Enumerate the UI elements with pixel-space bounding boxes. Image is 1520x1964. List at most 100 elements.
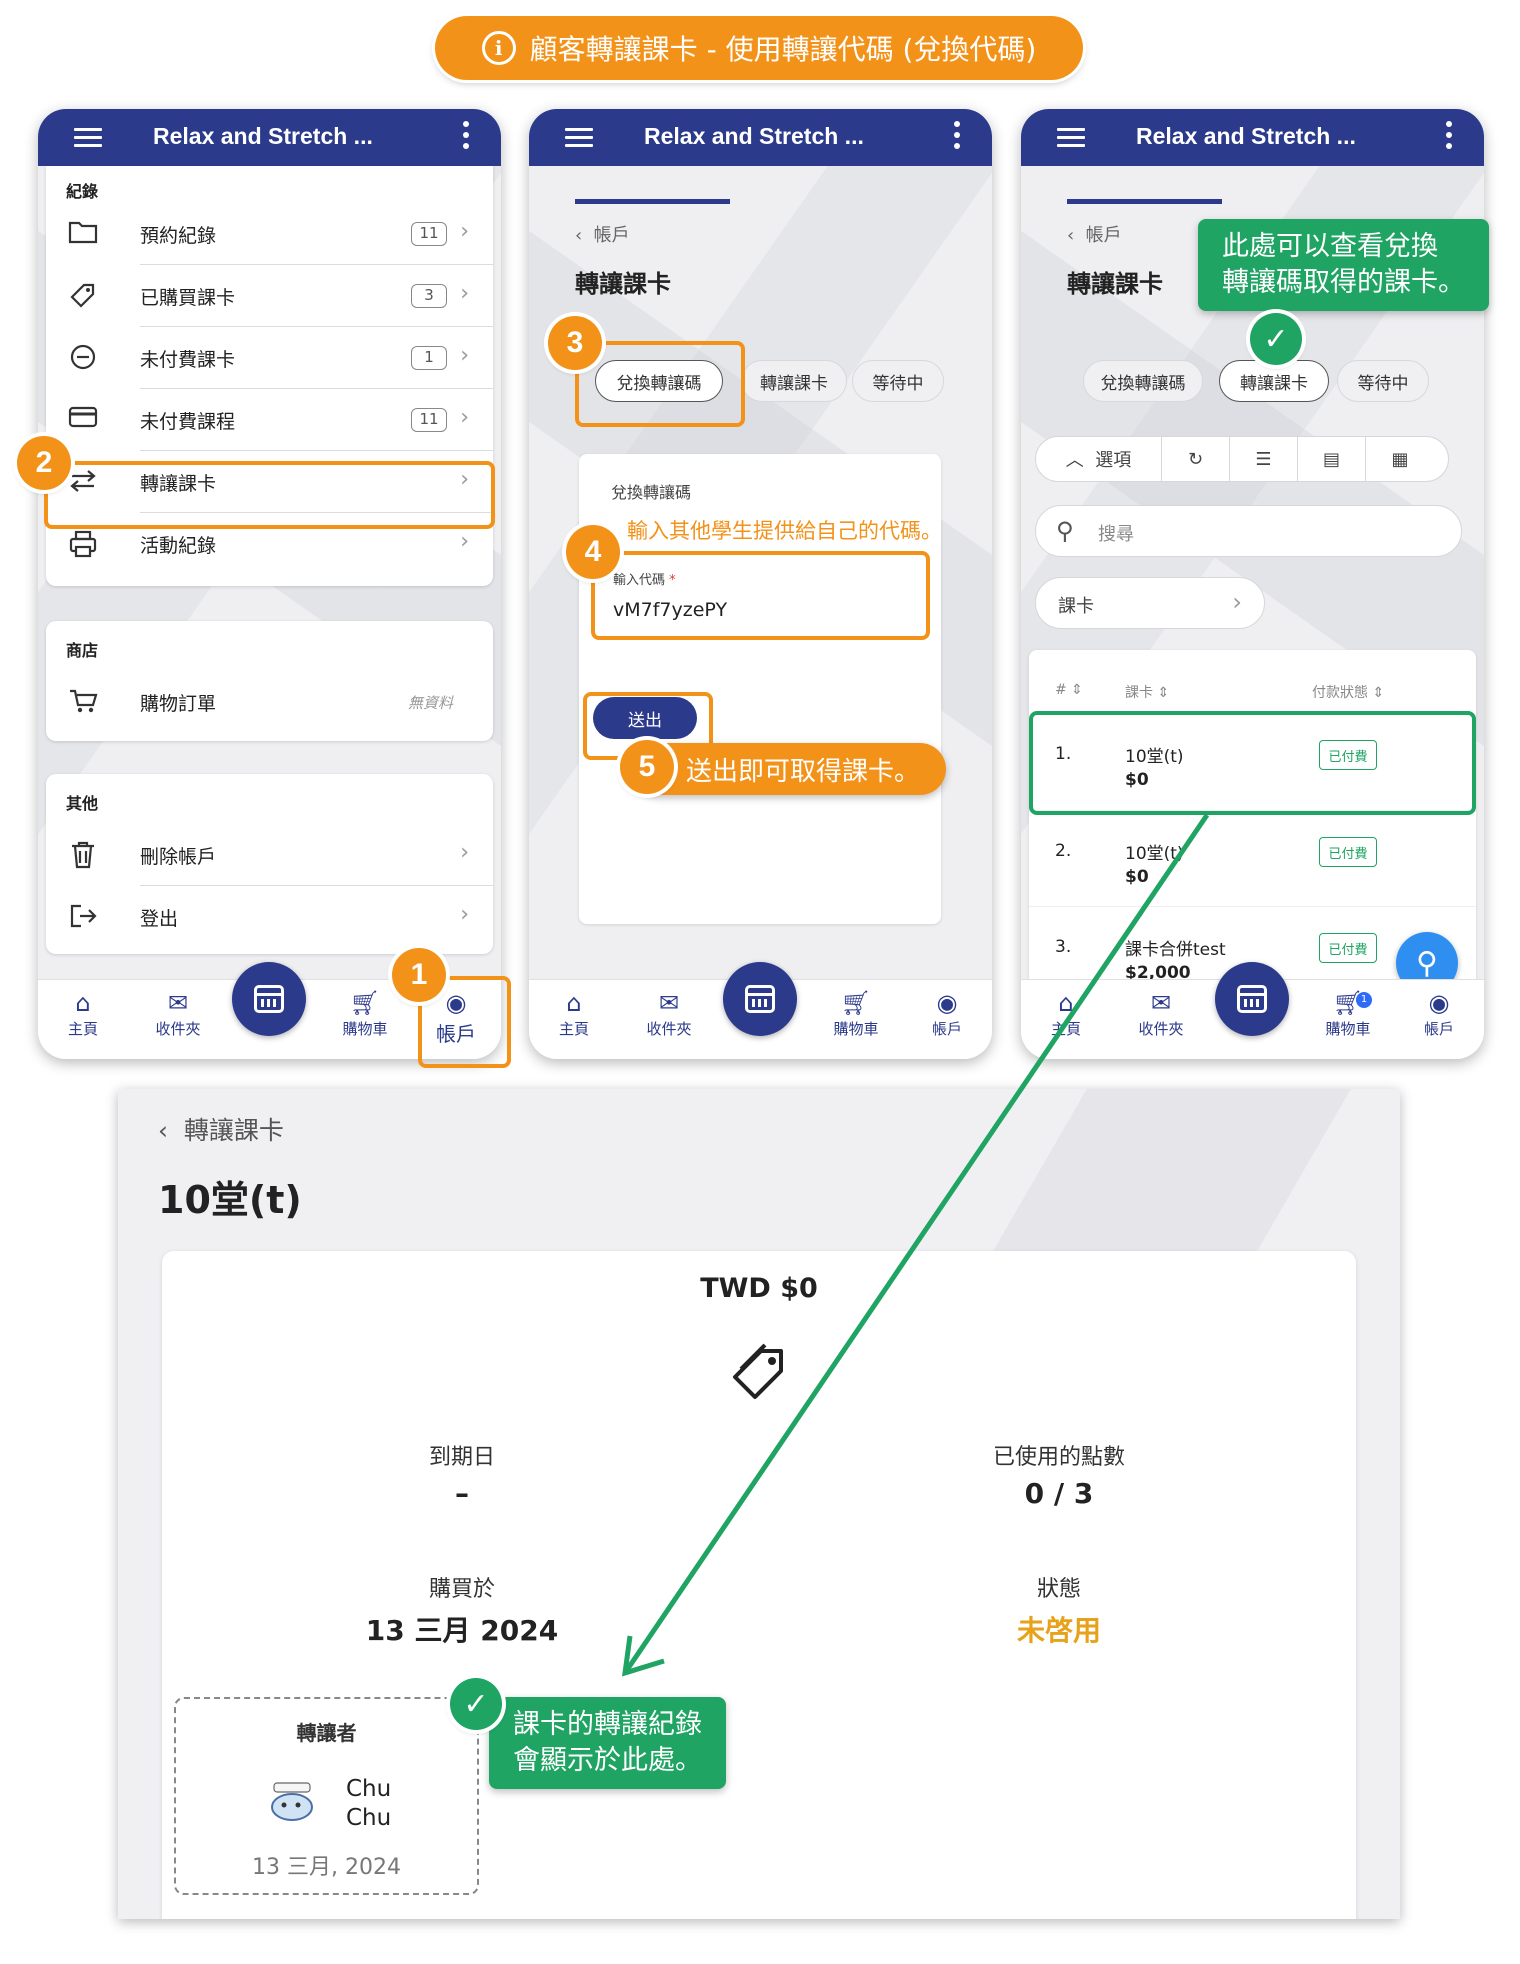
shop-card: 商店 購物訂單 無資料 <box>46 621 493 741</box>
callout-line: 課卡的轉讓紀錄 <box>513 1709 702 1740</box>
card-price: TWD $0 <box>700 1273 818 1304</box>
count-badge: 3 <box>411 284 447 308</box>
home-icon: ⌂ <box>1058 989 1074 1017</box>
nav-inbox[interactable]: ✉ 收件夾 <box>143 988 213 1039</box>
nav-label: 帳戶 <box>1423 1020 1454 1038</box>
column-header[interactable]: 付款狀態 ⇕ <box>1312 682 1384 702</box>
more-vert-icon[interactable] <box>1446 121 1452 154</box>
tab-transfer-cards[interactable]: 轉讓課卡 <box>1219 360 1329 402</box>
calendar-fab-button[interactable] <box>1215 962 1289 1036</box>
cart-icon: 🛒︎ <box>1332 989 1364 1017</box>
sidebar-item-purchased-cards[interactable]: 已購買課卡 3 › <box>46 265 493 327</box>
nav-label: 主頁 <box>1050 1020 1081 1038</box>
sidebar-item-shop-orders[interactable]: 購物訂單 無資料 <box>46 671 493 733</box>
nav-inbox[interactable]: ✉ 收件夾 <box>634 988 704 1039</box>
row-label: 預約紀錄 <box>140 225 217 247</box>
row-label: 購物訂單 <box>140 693 217 715</box>
calendar-fab-button[interactable] <box>723 962 797 1036</box>
calendar-icon <box>254 985 284 1013</box>
back-link[interactable]: ‹ 轉讓課卡 <box>158 1111 284 1147</box>
tab-transfer-cards[interactable]: 轉讓課卡 <box>741 360 847 402</box>
calendar-fab-button[interactable] <box>232 962 306 1036</box>
transferer-name: Chu Chu <box>346 1775 391 1833</box>
csv-export-icon[interactable]: ▤ <box>1298 437 1366 481</box>
step-badge-3: 3 <box>548 316 602 370</box>
nav-home[interactable]: ⌂ 主頁 <box>1031 988 1101 1039</box>
nav-label: 收件夾 <box>646 1020 692 1038</box>
transfer-record-box: 轉讓者 Chu Chu 13 三月, 2024 <box>174 1697 479 1895</box>
row-index: 3. <box>1055 937 1072 957</box>
nav-cart[interactable]: 🛒︎ 購物車 <box>821 988 891 1039</box>
chevron-right-icon: › <box>460 902 469 927</box>
app-bar: Relax and Stretch ... <box>38 109 501 166</box>
nav-home[interactable]: ⌂ 主頁 <box>48 988 118 1039</box>
tab-pending[interactable]: 等待中 <box>1337 360 1429 402</box>
bottom-nav: ⌂ 主頁 ✉ 收件夾 🛒︎ 購物車 1 ◉ 帳戶 <box>1021 962 1484 1059</box>
row-card-name: 課卡合併test <box>1125 940 1226 960</box>
mail-icon: ✉ <box>167 989 189 1017</box>
refresh-icon[interactable]: ↻ <box>1162 437 1230 481</box>
submit-note-text: 送出即可取得課卡。 <box>686 756 921 787</box>
check-icon: ✓ <box>1250 313 1302 365</box>
highlight-code-field <box>591 551 930 640</box>
search-input[interactable]: ⚲ 搜尋 <box>1035 505 1462 557</box>
nav-inbox[interactable]: ✉ 收件夾 <box>1126 988 1196 1039</box>
excel-export-icon[interactable]: ▦ <box>1366 437 1434 481</box>
sliders-icon[interactable]: ☰ <box>1230 437 1298 481</box>
phone-account-menu: Relax and Stretch ... 紀錄 預約紀錄 11 › 已購買課卡… <box>38 109 501 1059</box>
nav-account[interactable]: ◉ 帳戶 <box>912 988 982 1039</box>
status-badge: 已付費 <box>1319 837 1377 867</box>
header-text: 課卡 <box>1125 685 1153 701</box>
printer-icon <box>68 529 98 559</box>
back-link[interactable]: ‹ 帳戶 <box>575 221 630 247</box>
sidebar-item-unpaid-cards[interactable]: 未付費課卡 1 › <box>46 327 493 389</box>
highlight-redeem-tab <box>575 341 745 427</box>
options-toggle[interactable]: ︿ 選項 <box>1036 437 1162 481</box>
row-label: 已購買課卡 <box>140 287 236 309</box>
chevron-right-icon: › <box>460 219 469 244</box>
page-title: 轉讓課卡 <box>1067 270 1163 298</box>
nav-account[interactable]: ◉ 帳戶 <box>1404 988 1474 1039</box>
bottom-nav: ⌂ 主頁 ✉ 收件夾 🛒︎ 購物車 ◉ 帳戶 <box>529 962 992 1059</box>
more-vert-icon[interactable] <box>463 121 469 154</box>
nav-label: 收件夾 <box>1138 1020 1184 1038</box>
row-label: 未付費課卡 <box>140 349 236 371</box>
column-header[interactable]: # ⇕ <box>1055 682 1083 698</box>
card-filter[interactable]: 課卡 › <box>1035 577 1265 629</box>
banner-text: 顧客轉讓課卡 - 使用轉讓代碼 (兌換代碼) <box>529 33 1037 66</box>
sidebar-item-unpaid-courses[interactable]: 未付費課程 11 › <box>46 389 493 451</box>
nav-cart[interactable]: 🛒︎ 購物車 <box>330 988 400 1039</box>
column-header[interactable]: 課卡 ⇕ <box>1125 682 1169 702</box>
sidebar-item-delete-account[interactable]: 刪除帳戶 › <box>46 824 493 886</box>
sidebar-item-bookings[interactable]: 預約紀錄 11 › <box>46 203 493 265</box>
nav-home[interactable]: ⌂ 主頁 <box>539 988 609 1039</box>
tab-pending[interactable]: 等待中 <box>852 360 944 402</box>
nav-label: 帳戶 <box>931 1020 962 1038</box>
avatar <box>266 1779 318 1823</box>
hamburger-menu-icon[interactable] <box>1057 128 1085 148</box>
more-vert-icon[interactable] <box>954 121 960 154</box>
cart-icon: 🛒︎ <box>349 989 381 1017</box>
tab-redeem-code[interactable]: 兌換轉讓碼 <box>1083 360 1203 402</box>
table-row[interactable]: 2. 10堂(t) $0 已付費 <box>1029 810 1476 906</box>
minus-circle-icon <box>68 343 98 373</box>
transfer-date: 13 三月, 2024 <box>252 1855 401 1880</box>
step-badge-2: 2 <box>17 436 71 490</box>
chevron-right-icon: › <box>460 281 469 306</box>
highlight-transfer-row <box>44 461 495 529</box>
chevron-right-icon: › <box>1232 588 1242 616</box>
back-link[interactable]: ‹ 帳戶 <box>1067 221 1122 247</box>
app-title: Relax and Stretch ... <box>644 123 864 149</box>
row-label: 登出 <box>140 908 179 930</box>
hamburger-menu-icon[interactable] <box>74 128 102 148</box>
nav-cart[interactable]: 🛒︎ 購物車 1 <box>1313 988 1383 1039</box>
card-detail-panel: ‹ 轉讓課卡 10堂(t) TWD $0 到期日 – 已使用的點數 0 / 3 … <box>118 1089 1400 1919</box>
tag-icon <box>727 1339 791 1407</box>
nav-label: 購物車 <box>833 1020 879 1038</box>
row-index: 2. <box>1055 841 1072 861</box>
sidebar-item-logout[interactable]: 登出 › <box>46 886 493 948</box>
callout-line: 會顯示於此處。 <box>513 1745 702 1776</box>
submit-note-pill: 送出即可取得課卡。 <box>634 743 947 795</box>
header-text: # <box>1055 682 1067 698</box>
hamburger-menu-icon[interactable] <box>565 128 593 148</box>
